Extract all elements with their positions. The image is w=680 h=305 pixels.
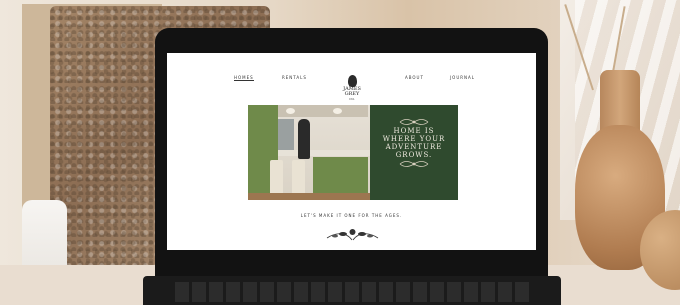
hero-section: HOME IS WHERE YOUR ADVENTURE GROWS. bbox=[248, 105, 458, 200]
bar-stool bbox=[292, 160, 305, 196]
hero-line: WHERE YOUR bbox=[382, 135, 446, 143]
hero-line: HOME IS bbox=[393, 127, 435, 135]
site-logo[interactable]: JAMES GREY CO. bbox=[337, 75, 367, 109]
nav-rentals[interactable]: RENTALS bbox=[282, 75, 307, 80]
tagline: LET'S MAKE IT ONE FOR THE AGES. bbox=[300, 213, 403, 218]
countertop bbox=[278, 150, 370, 156]
person bbox=[298, 119, 310, 159]
wood-floor bbox=[248, 193, 370, 200]
hero-text-panel: HOME IS WHERE YOUR ADVENTURE GROWS. bbox=[370, 105, 458, 200]
kitchen-photo bbox=[248, 105, 370, 200]
nav-journal[interactable]: JOURNAL bbox=[450, 75, 475, 80]
fridge bbox=[278, 119, 294, 151]
hero-line: ADVENTURE bbox=[385, 143, 443, 151]
photo-scene: HOMES RENTALS JAMES GREY CO. ABOUT JOURN… bbox=[0, 0, 680, 305]
site-nav: HOMES RENTALS JAMES GREY CO. ABOUT JOURN… bbox=[167, 69, 536, 101]
botanical-ornament-icon bbox=[326, 229, 379, 241]
ornament-top-icon bbox=[399, 119, 429, 125]
logo-line-3: CO. bbox=[349, 97, 355, 101]
bar-stool bbox=[270, 160, 283, 196]
pendant-lamp bbox=[333, 108, 342, 114]
laptop-screen: HOMES RENTALS JAMES GREY CO. ABOUT JOURN… bbox=[167, 53, 536, 250]
nav-homes[interactable]: HOMES bbox=[234, 75, 254, 81]
hero-line: GROWS. bbox=[395, 151, 433, 159]
pendant-lamp bbox=[286, 108, 295, 114]
nav-about[interactable]: ABOUT bbox=[405, 75, 424, 80]
ornament-bottom-icon bbox=[399, 161, 429, 167]
hero-heading: HOME IS WHERE YOUR ADVENTURE GROWS. bbox=[370, 127, 458, 159]
keyboard bbox=[175, 282, 530, 302]
